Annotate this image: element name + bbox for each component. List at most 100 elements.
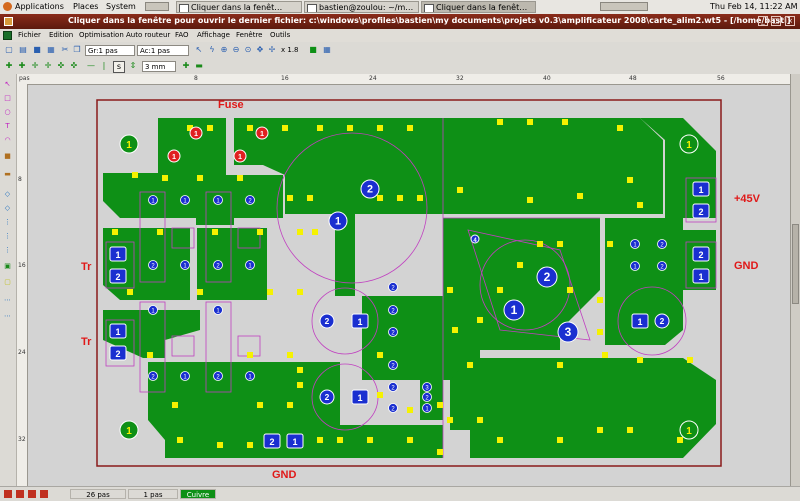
pad-icon[interactable]: ▬	[3, 170, 12, 179]
round-pad-label: 1	[194, 129, 198, 138]
route-icon[interactable]: ⋮	[3, 218, 12, 227]
line-h-icon[interactable]: —	[86, 61, 96, 71]
ac-select[interactable]: Ac:1 pas	[137, 45, 189, 56]
zoom-out-icon[interactable]: ⊖	[231, 45, 241, 55]
route-icon-2[interactable]: ⋮	[3, 232, 12, 241]
move-icon[interactable]: ✢	[267, 45, 277, 55]
pcb-drawing[interactable]: 1 11 1 1 11 1212132224 121212211112 1 1 12 1 2 11…	[28, 85, 790, 486]
via	[147, 352, 153, 358]
cross-icon-3[interactable]: ✛	[30, 61, 40, 71]
via	[467, 362, 473, 368]
close-button[interactable]: ×	[785, 16, 795, 26]
vertical-scrollbar[interactable]	[790, 74, 800, 486]
cross-icon[interactable]: ✚	[4, 61, 14, 71]
pan-icon[interactable]: ✥	[255, 45, 265, 55]
copy-icon[interactable]: ❐	[72, 45, 82, 55]
places-menu[interactable]: Places	[73, 2, 98, 11]
plus-icon[interactable]: ✚	[181, 61, 191, 71]
cross-icon-5[interactable]: ✜	[56, 61, 66, 71]
open-file-icon[interactable]: ▤	[18, 45, 28, 55]
via	[557, 437, 563, 443]
task-button-3[interactable]: Cliquer dans la fenêt…	[421, 1, 536, 13]
window-title-bar[interactable]: Cliquer dans la fenêtre pour ouvrir le d…	[0, 14, 800, 29]
mounting-hole-label: 1	[686, 140, 692, 151]
secondary-toolbar: ✚ ✚ ✛ ✛ ✜ ✜ — | s ⇕ 3 mm ✚ ▬	[0, 59, 800, 75]
text-icon[interactable]: T	[3, 122, 12, 131]
via	[677, 437, 683, 443]
tray-icons[interactable]	[600, 2, 648, 11]
via	[172, 402, 178, 408]
minimize-button[interactable]: _	[758, 16, 768, 26]
cross-icon-4[interactable]: ✛	[43, 61, 53, 71]
rect-icon[interactable]: ■	[3, 152, 12, 161]
save-icon[interactable]: ■	[32, 45, 42, 55]
ruler-tick: 8	[18, 176, 22, 183]
menu-optimisation[interactable]: Optimisation	[79, 31, 124, 39]
menu-affichage[interactable]: Affichage	[197, 31, 230, 39]
new-file-icon[interactable]: ▢	[4, 45, 14, 55]
via	[337, 437, 343, 443]
component-icon[interactable]: ▣	[3, 262, 12, 271]
grid-select[interactable]: Gr:1 pas	[85, 45, 135, 56]
arc-icon[interactable]: ◠	[3, 136, 12, 145]
round-pad-label: 1	[260, 129, 264, 138]
cross-icon-6[interactable]: ✜	[69, 61, 79, 71]
via-icon[interactable]: ◇	[3, 190, 12, 199]
via	[497, 287, 503, 293]
ruler-tick: 8	[194, 75, 198, 82]
square-pad-label: 2	[698, 207, 703, 217]
active-layer[interactable]: Cuivre	[180, 489, 216, 499]
menu-fenetre[interactable]: Fenêtre	[236, 31, 262, 39]
zoom-level[interactable]: x 1.8	[281, 46, 299, 54]
cut-icon[interactable]: ✂	[60, 45, 70, 55]
zoom-in-icon[interactable]: ⊕	[219, 45, 229, 55]
menu-fao[interactable]: FAO	[175, 31, 189, 39]
via	[537, 241, 543, 247]
menu-outils[interactable]: Outils	[270, 31, 290, 39]
menu-edition[interactable]: Edition	[49, 31, 73, 39]
applications-menu[interactable]: Applications	[15, 2, 64, 11]
arrow-icon[interactable]: ↖	[194, 45, 204, 55]
maximize-button[interactable]: □	[771, 16, 781, 26]
via-icon-2[interactable]: ◇	[3, 204, 12, 213]
scrollbar-thumb[interactable]	[792, 224, 799, 304]
square-pad-label: 1	[115, 327, 120, 337]
via	[377, 392, 383, 398]
print-icon[interactable]: ▦	[46, 45, 56, 55]
menu-fichier[interactable]: Fichier	[18, 31, 41, 39]
via	[637, 202, 643, 208]
width-select[interactable]: 3 mm	[142, 61, 176, 72]
pcb-canvas[interactable]: 1111 1111212132224 1212122111121 1121211…	[28, 85, 790, 486]
round-pad-label: 1	[238, 152, 242, 161]
line-v-icon[interactable]: |	[99, 61, 109, 71]
select-icon[interactable]: ↖	[3, 80, 12, 89]
launcher-icons[interactable]	[145, 2, 169, 11]
mode-toggle[interactable]: s	[113, 61, 125, 73]
status-icon	[16, 490, 24, 498]
zoom-fit-icon[interactable]: ⊙	[243, 45, 253, 55]
task-button-2[interactable]: bastien@zoulou: ~/m…	[304, 1, 419, 13]
window-menu-icon[interactable]	[4, 17, 13, 26]
minus-icon[interactable]: ▬	[194, 61, 204, 71]
cross-icon-2[interactable]: ✚	[17, 61, 27, 71]
circle-icon[interactable]: ○	[3, 108, 12, 117]
round-pad-label: 2	[325, 316, 330, 326]
lightning-icon[interactable]: ϟ	[207, 45, 217, 55]
system-menu[interactable]: System	[106, 2, 136, 11]
layer-icon[interactable]: ■	[308, 45, 318, 55]
via	[287, 402, 293, 408]
menu-auto-routeur[interactable]: Auto routeur	[126, 31, 170, 39]
square-icon[interactable]: □	[3, 94, 12, 103]
measure-icon[interactable]: ▢	[3, 278, 12, 287]
net-icon[interactable]: ⋯	[3, 296, 12, 305]
clock[interactable]: Thu Feb 14, 11:22 AM	[710, 2, 798, 11]
plus45v-label: +45V	[734, 193, 761, 205]
task-button-1[interactable]: Cliquer dans la fenêt…	[176, 1, 302, 13]
grid-icon[interactable]: ▦	[322, 45, 332, 55]
foot-icon[interactable]	[3, 2, 12, 11]
via	[312, 229, 318, 235]
spin-icon[interactable]: ⇕	[128, 61, 138, 71]
route-icon-3[interactable]: ⋮	[3, 246, 12, 255]
via	[257, 402, 263, 408]
net-icon-2[interactable]: ⋯	[3, 312, 12, 321]
